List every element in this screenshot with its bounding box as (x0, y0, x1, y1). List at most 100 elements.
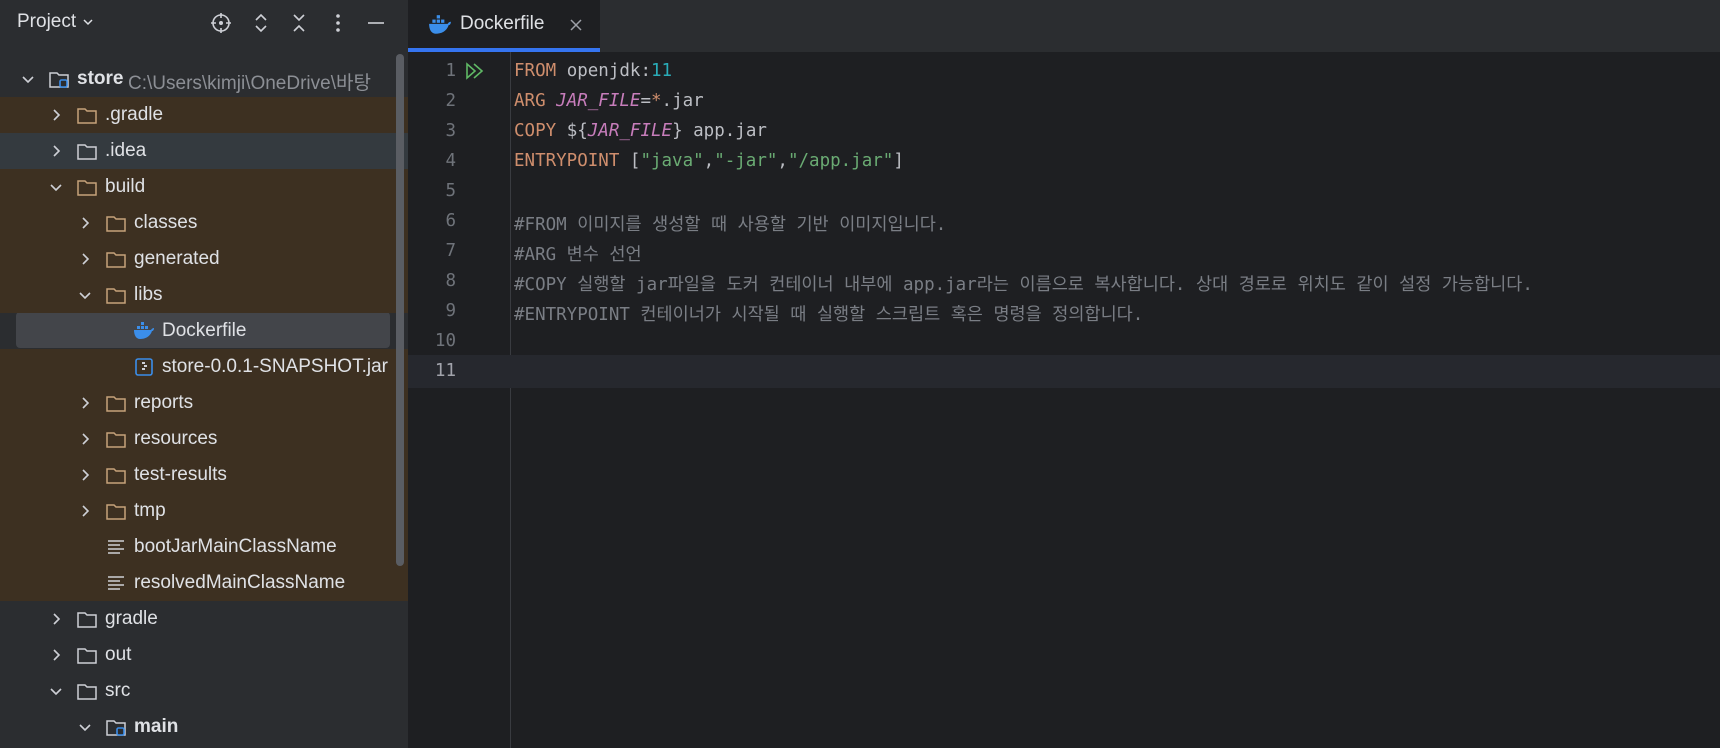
chevron-right-icon[interactable] (78, 396, 92, 410)
chevron-right-icon[interactable] (78, 216, 92, 230)
folder-icon (106, 252, 126, 268)
chevron-right-icon[interactable] (78, 252, 92, 266)
code-line-text: #COPY 실행할 jar파일을 도커 컨테이너 내부에 app.jar라는 이… (514, 271, 1533, 296)
tree-node-store[interactable]: store C:\Users\kimji\OneDrive\바탕 (0, 61, 408, 97)
line-number: 9 (445, 301, 456, 321)
project-path: C:\Users\kimji\OneDrive\바탕 (128, 73, 371, 94)
tab-dockerfile[interactable]: Dockerfile (408, 0, 600, 52)
code-line-text: #ARG 변수 선언 (514, 241, 642, 266)
expand-all-icon[interactable] (249, 11, 273, 35)
tab-label: Dockerfile (460, 13, 545, 34)
tree-node-jar[interactable]: store-0.0.1-SNAPSHOT.jar (0, 349, 408, 385)
chevron-right-icon[interactable] (49, 108, 63, 122)
tree-label-store: store (77, 68, 124, 89)
code-line-text: COPY ${JAR_FILE} app.jar (514, 121, 767, 141)
tree-label-out: out (105, 644, 132, 665)
chevron-right-icon[interactable] (78, 432, 92, 446)
minimize-icon[interactable] (364, 11, 388, 35)
code-token: #COPY 실행할 jar파일을 도커 컨테이너 내부에 app.jar라는 이… (514, 275, 1533, 295)
chevron-right-icon[interactable] (49, 144, 63, 158)
tree-node-reports[interactable]: reports (0, 385, 408, 421)
chevron-down-icon (83, 19, 93, 26)
code-token: = (640, 91, 651, 111)
tree-label-idea: .idea (105, 140, 147, 161)
line-number: 5 (445, 181, 456, 201)
folder-icon (106, 396, 126, 412)
tree-label-test-results: test-results (134, 464, 227, 485)
tree-node-resolved[interactable]: resolvedMainClassName (0, 565, 408, 601)
tree-node-gradle-cache[interactable]: .gradle (0, 97, 408, 133)
chevron-down-icon[interactable] (49, 180, 63, 194)
tree-node-generated[interactable]: generated (0, 241, 408, 277)
tree-label-resources: resources (134, 428, 218, 449)
code-line[interactable]: 7 #ARG 변수 선언 (408, 235, 1720, 268)
tree-node-gradle[interactable]: gradle (0, 601, 408, 637)
code-line[interactable]: 9 #ENTRYPOINT 컨테이너가 시작될 때 실행할 스크립트 혹은 명령을… (408, 295, 1720, 328)
chevron-right-icon[interactable] (49, 648, 63, 662)
module-folder-icon (49, 72, 69, 88)
code-token: ENTRYPOINT (514, 151, 620, 171)
run-icon[interactable] (464, 60, 486, 82)
line-number: 8 (445, 271, 456, 291)
tree-node-bootjar[interactable]: bootJarMainClassName (0, 529, 408, 565)
text-file-icon (108, 540, 124, 554)
folder-icon (77, 108, 97, 124)
chevron-down-icon[interactable] (78, 720, 92, 734)
code-line[interactable]: 2 ARG JAR_FILE=*.jar (408, 85, 1720, 118)
line-number: 7 (445, 241, 456, 261)
chevron-right-icon[interactable] (78, 504, 92, 518)
editor-area: Dockerfile 1 FROM openjdk:11 2 ARG JAR_FILE… (408, 0, 1720, 748)
code-token: [ (619, 151, 641, 171)
docker-icon (134, 322, 154, 339)
folder-icon (106, 468, 126, 484)
project-view-selector[interactable]: Project (17, 11, 94, 33)
code-line[interactable]: 3 COPY ${JAR_FILE} app.jar (408, 115, 1720, 148)
code-line[interactable]: 5 (408, 175, 1720, 208)
chevron-right-icon[interactable] (78, 468, 92, 482)
tree-label-dockerfile: Dockerfile (162, 320, 247, 341)
project-scrollbar[interactable] (396, 54, 404, 566)
tree-node-libs[interactable]: libs (0, 277, 408, 313)
code-line[interactable]: 11 (408, 355, 1720, 388)
code-token: } app.jar (672, 121, 767, 141)
tree-node-main[interactable]: main (0, 709, 408, 745)
code-token: 11 (650, 61, 673, 81)
folder-icon (106, 504, 126, 520)
code-line[interactable]: 6 #FROM 이미지를 생성할 때 사용할 기반 이미지입니다. (408, 205, 1720, 238)
code-token: "java" (640, 151, 704, 171)
collapse-all-icon[interactable] (287, 11, 311, 35)
code-line[interactable]: 8 #COPY 실행할 jar파일을 도커 컨테이너 내부에 app.jar라는 … (408, 265, 1720, 298)
tree-node-dockerfile[interactable]: Dockerfile (0, 313, 408, 349)
line-number: 4 (445, 151, 456, 171)
code-line-text: ARG JAR_FILE=*.jar (514, 91, 704, 111)
folder-icon (106, 432, 126, 448)
code-token: ARG (514, 91, 546, 111)
tree-node-classes[interactable]: classes (0, 205, 408, 241)
chevron-right-icon[interactable] (49, 612, 63, 626)
tree-node-out[interactable]: out (0, 637, 408, 673)
code-token: * (651, 91, 662, 111)
tree-node-tmp[interactable]: tmp (0, 493, 408, 529)
code-line[interactable]: 1 FROM openjdk:11 (408, 55, 1720, 88)
docker-icon (429, 15, 451, 34)
locate-icon[interactable] (209, 11, 233, 35)
tree-label-resolved: resolvedMainClassName (134, 572, 346, 593)
tree-label-tmp: tmp (134, 500, 166, 521)
code-token: "-jar" (714, 151, 778, 171)
close-icon[interactable] (568, 17, 584, 33)
more-options-icon[interactable] (326, 11, 350, 35)
tree-node-resources[interactable]: resources (0, 421, 408, 457)
line-number: 10 (434, 331, 456, 351)
code-line[interactable]: 10 (408, 325, 1720, 358)
code-line[interactable]: 4 ENTRYPOINT ["java","-jar","/app.jar"] (408, 145, 1720, 178)
tree-node-build[interactable]: build (0, 169, 408, 205)
chevron-down-icon[interactable] (78, 288, 92, 302)
tree-label-generated: generated (134, 248, 220, 269)
chevron-down-icon[interactable] (49, 684, 63, 698)
tree-node-src[interactable]: src (0, 673, 408, 709)
tree-node-idea[interactable]: .idea (0, 133, 408, 169)
chevron-down-icon[interactable] (21, 72, 35, 86)
code-token: .jar (661, 91, 704, 111)
tree-node-test-results[interactable]: test-results (0, 457, 408, 493)
